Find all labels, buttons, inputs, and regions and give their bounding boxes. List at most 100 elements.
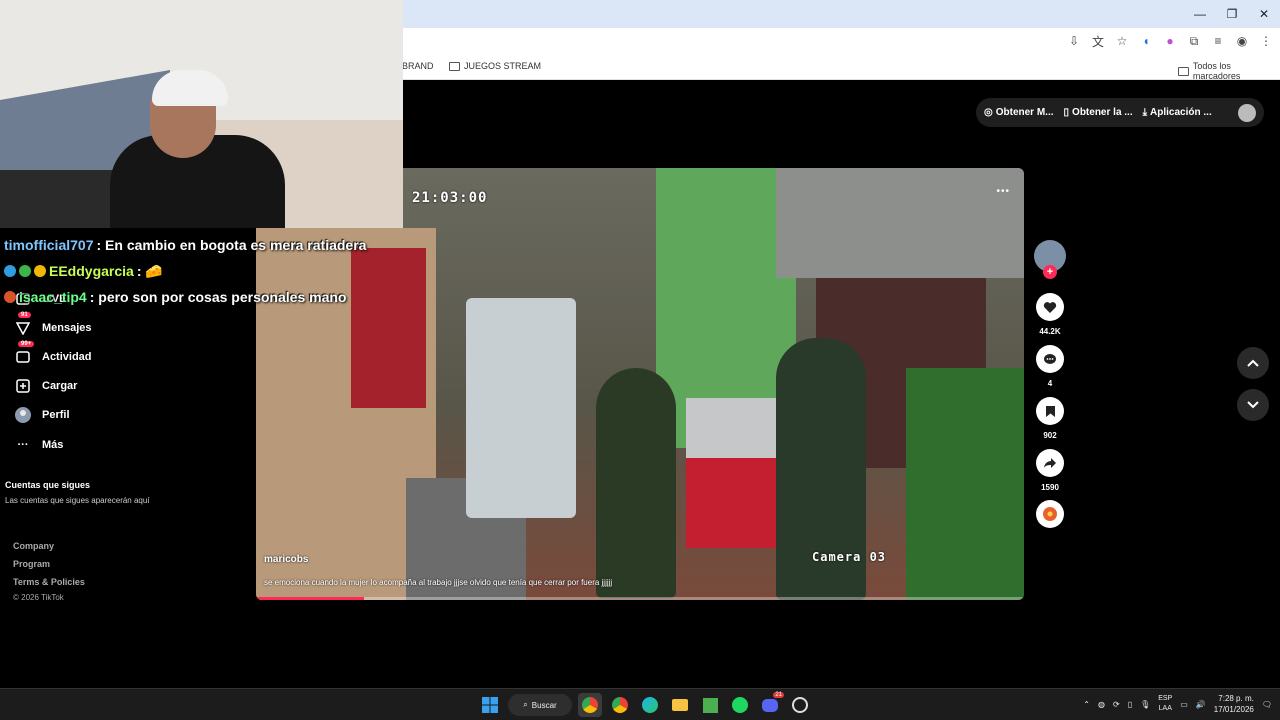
video-scene-shutter — [776, 168, 1024, 278]
chat-badge-icon — [4, 265, 16, 277]
footer-program-link[interactable]: Program — [13, 559, 85, 577]
activity-badge: 99+ — [18, 341, 35, 347]
sidebar-item-messages[interactable]: 91 Mensajes — [14, 312, 92, 337]
top-actions-bar: ◎ Obtener M... ▯ Obtener la ... ⤓ Aplica… — [976, 98, 1264, 127]
taskbar-app-extra[interactable] — [788, 693, 812, 717]
chrome-icon — [582, 697, 598, 713]
start-button[interactable] — [478, 693, 502, 717]
phone-icon: ▯ — [1063, 107, 1070, 118]
upload-icon — [14, 377, 32, 395]
sound-disc-button[interactable] — [1036, 500, 1064, 528]
clock-time: 7:28 p. m. — [1218, 694, 1254, 703]
network-icon[interactable]: ▭ — [1180, 700, 1188, 709]
webcam-overlay — [0, 0, 403, 228]
app-icon — [792, 697, 808, 713]
video-player[interactable]: 21:03:00 Camera 03 ••• maricobs se emoci… — [256, 168, 1024, 600]
bookmark-juegos-stream[interactable]: JUEGOS STREAM — [449, 61, 541, 71]
bookmark-star-icon[interactable]: ☆ — [1114, 32, 1130, 50]
all-bookmarks-label: Todos los marcadores — [1192, 61, 1241, 81]
share-count: 1590 — [1041, 483, 1059, 492]
discord-badge: 21 — [773, 692, 784, 698]
bookmark-icon — [1045, 405, 1055, 417]
chevron-up-icon[interactable]: ⌃ — [1083, 700, 1090, 709]
windows-icon — [482, 697, 498, 713]
like-count: 44.2K — [1039, 327, 1061, 336]
footer-links: Company Program Terms & Policies — [13, 541, 85, 595]
save-button[interactable] — [1036, 397, 1064, 425]
extension-icon[interactable]: ● — [1162, 32, 1178, 50]
battery-icon[interactable]: ▯ — [1128, 700, 1132, 709]
tray-app-icon[interactable]: ◍ — [1098, 700, 1105, 709]
following-subtitle: Las cuentas que sigues aparecerán aquí — [5, 496, 150, 505]
search-label: Buscar — [531, 700, 557, 710]
more-icon: ··· — [17, 439, 29, 451]
language-code: ESP — [1158, 695, 1173, 702]
chat-text: : En cambio en bogota es mera ratiadera — [96, 237, 367, 253]
video-progress-bar[interactable] — [256, 597, 1024, 600]
video-scene-freezer-logo — [686, 458, 786, 548]
profile-icon — [14, 406, 32, 424]
next-video-button[interactable] — [1237, 389, 1269, 421]
follow-plus-icon[interactable]: + — [1043, 265, 1057, 279]
video-caption: se emociona cuando la mujer lo acompaña … — [264, 578, 613, 587]
comment-icon — [1044, 353, 1056, 364]
taskbar-spotify[interactable] — [728, 693, 752, 717]
bookmark-brand[interactable]: BRAND — [402, 61, 434, 71]
previous-video-button[interactable] — [1237, 347, 1269, 379]
user-avatar[interactable] — [1238, 103, 1256, 122]
taskbar-chrome[interactable] — [608, 693, 632, 717]
search-icon: ⌕ — [523, 700, 528, 709]
coin-icon: ◎ — [984, 107, 993, 118]
taskbar-minecraft[interactable] — [698, 693, 722, 717]
chat-message: timofficial707 : En cambio en bogota es … — [4, 232, 366, 258]
video-progress-fill — [256, 597, 364, 600]
sound-icon[interactable]: ◖ — [1138, 32, 1154, 50]
more-options-icon[interactable]: ••• — [996, 186, 1010, 197]
discord-icon — [762, 698, 778, 712]
taskbar-search[interactable]: ⌕ Buscar — [508, 694, 572, 716]
get-app-button[interactable]: ▯ Obtener la ... — [1064, 107, 1133, 118]
share-icon — [1044, 458, 1056, 468]
chrome-icon — [612, 697, 628, 713]
chat-username: timofficial707 — [4, 237, 94, 253]
sidebar-item-activity[interactable]: 99+ Actividad — [14, 341, 92, 366]
taskbar-explorer[interactable] — [668, 693, 692, 717]
sidebar-item-upload[interactable]: Cargar — [14, 377, 77, 395]
get-coins-button[interactable]: ◎ Obtener M... — [984, 107, 1054, 118]
install-app-icon[interactable]: ⇩ — [1066, 32, 1082, 50]
footer-company-link[interactable]: Company — [13, 541, 85, 559]
sync-icon[interactable]: ⟳ — [1113, 700, 1120, 709]
video-author[interactable]: maricobs — [264, 554, 308, 565]
language-indicator[interactable]: ESP LAA — [1158, 694, 1172, 714]
sidebar-item-more[interactable]: ··· Más — [14, 436, 64, 454]
sidebar-item-label: Actividad — [42, 351, 92, 363]
minimize-icon[interactable]: — — [1184, 0, 1216, 28]
get-app-label: Obtener la ... — [1072, 107, 1133, 118]
comment-button[interactable] — [1036, 345, 1064, 373]
sidebar-item-profile[interactable]: Perfil — [14, 406, 70, 424]
close-icon[interactable]: ✕ — [1248, 0, 1280, 28]
system-tray: ⌃ ◍ ⟳ ▯ 🎙 ESP LAA ▭ 🔊 7:28 p. m. 17/01/2… — [1083, 693, 1272, 715]
chat-text: : 🧀 — [136, 262, 163, 279]
profile-avatar-icon[interactable]: ◉ — [1234, 32, 1250, 50]
taskbar-apps: ⌕ Buscar 21 — [478, 692, 812, 717]
desktop-app-button[interactable]: ⤓ Aplicación ... — [1143, 107, 1212, 118]
microphone-icon[interactable]: 🎙 — [1140, 700, 1150, 709]
puzzle-icon[interactable]: ⧉ — [1186, 32, 1202, 50]
translate-icon[interactable]: 文 — [1090, 32, 1106, 50]
heart-icon — [1043, 301, 1057, 313]
taskbar-chrome-active[interactable] — [578, 693, 602, 717]
taskbar-discord[interactable]: 21 — [758, 692, 784, 717]
media-control-icon[interactable]: ≡ — [1210, 32, 1226, 50]
chat-username: isaac_tip4 — [19, 289, 87, 305]
sidebar-item-label: Perfil — [42, 409, 70, 421]
like-button[interactable] — [1036, 293, 1064, 321]
share-button[interactable] — [1036, 449, 1064, 477]
notifications-icon[interactable]: 🗨 — [1262, 700, 1272, 709]
clock[interactable]: 7:28 p. m. 17/01/2026 — [1214, 693, 1254, 715]
menu-dots-icon[interactable]: ⋮ — [1258, 32, 1274, 50]
all-bookmarks[interactable]: Todos los marcadores — [1178, 61, 1280, 81]
volume-icon[interactable]: 🔊 — [1196, 700, 1206, 709]
taskbar-edge[interactable] — [638, 693, 662, 717]
restore-icon[interactable]: ❐ — [1216, 0, 1248, 28]
